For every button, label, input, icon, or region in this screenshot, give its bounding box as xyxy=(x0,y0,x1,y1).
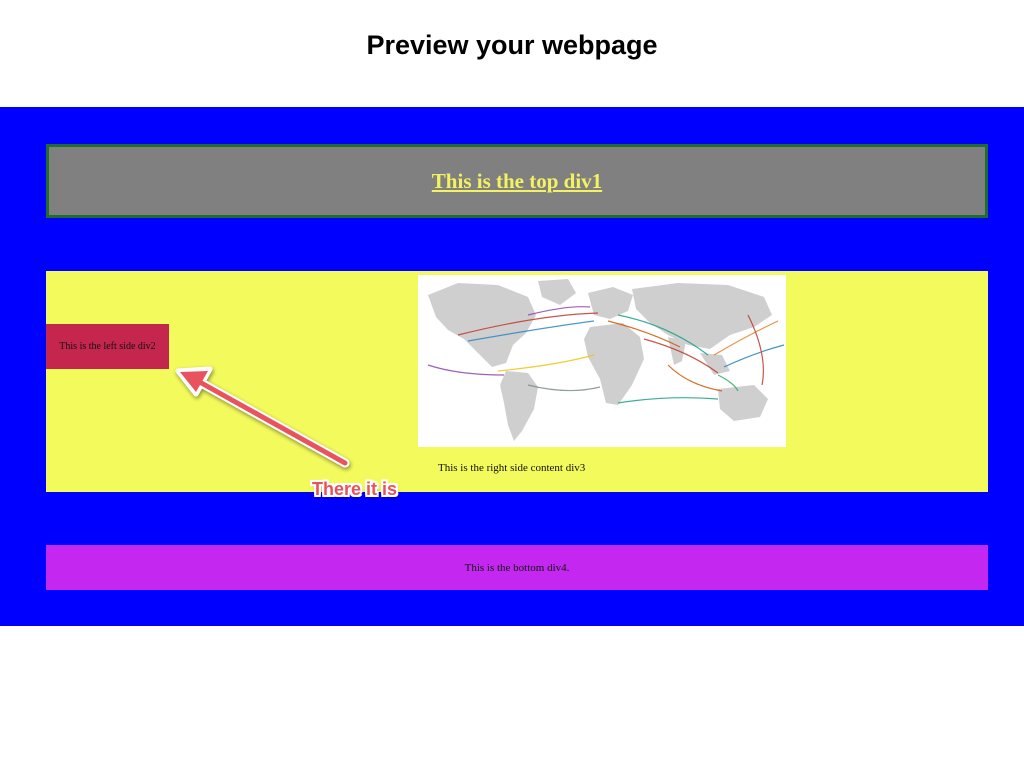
left-div2-text: This is the left side div2 xyxy=(59,341,156,352)
callout-text: There it is xyxy=(312,479,398,499)
left-div2: This is the left side div2 xyxy=(46,324,169,369)
bottom-div4: This is the bottom div4. xyxy=(46,545,988,590)
right-div3-text: This is the right side content div3 xyxy=(438,462,586,474)
world-map-graphic xyxy=(418,275,786,447)
bottom-div4-text: This is the bottom div4. xyxy=(464,561,570,574)
top-div1-heading: This is the top div1 xyxy=(431,168,603,193)
slide-title: Preview your webpage xyxy=(366,30,658,60)
world-map-image xyxy=(418,275,786,447)
top-div1: This is the top div1 xyxy=(46,144,988,218)
